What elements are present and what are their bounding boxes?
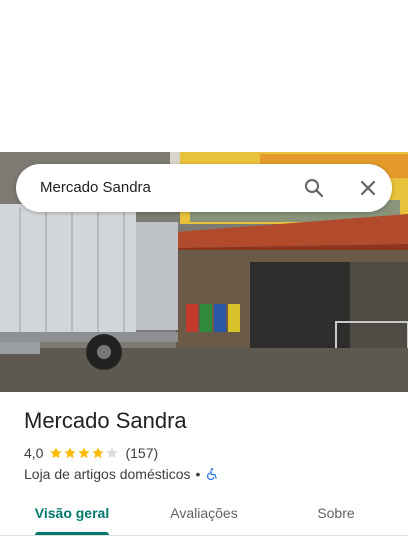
star-icon — [64, 447, 77, 459]
rating-row[interactable]: 4,0 (157) — [24, 444, 158, 462]
search-input[interactable]: Mercado Sandra — [40, 164, 151, 212]
place-tabs: Visão geral Avaliações Sobre — [0, 494, 408, 536]
tab-avaliacoes[interactable]: Avaliações — [152, 494, 256, 534]
tab-visao-geral[interactable]: Visão geral — [20, 494, 124, 534]
star-icon — [106, 447, 119, 459]
place-category: Loja de artigos domésticos — [24, 466, 191, 482]
rating-value: 4,0 — [24, 445, 44, 461]
separator-dot: • — [195, 466, 201, 482]
tabs-divider — [0, 535, 408, 536]
map-blank-area — [0, 0, 408, 152]
wheelchair-accessible-icon — [207, 468, 218, 480]
star-icon — [78, 447, 91, 459]
search-bar[interactable]: Mercado Sandra — [16, 164, 392, 212]
search-button[interactable] — [302, 176, 326, 200]
category-row: Loja de artigos domésticos • — [24, 465, 219, 483]
search-icon — [305, 179, 324, 198]
review-count[interactable]: (157) — [125, 445, 158, 461]
close-button[interactable] — [356, 176, 380, 200]
place-title: Mercado Sandra — [24, 408, 187, 433]
close-icon — [360, 180, 376, 196]
star-icon — [92, 447, 105, 459]
rating-stars — [49, 446, 119, 460]
tab-sobre[interactable]: Sobre — [288, 494, 384, 534]
star-icon — [50, 447, 63, 459]
